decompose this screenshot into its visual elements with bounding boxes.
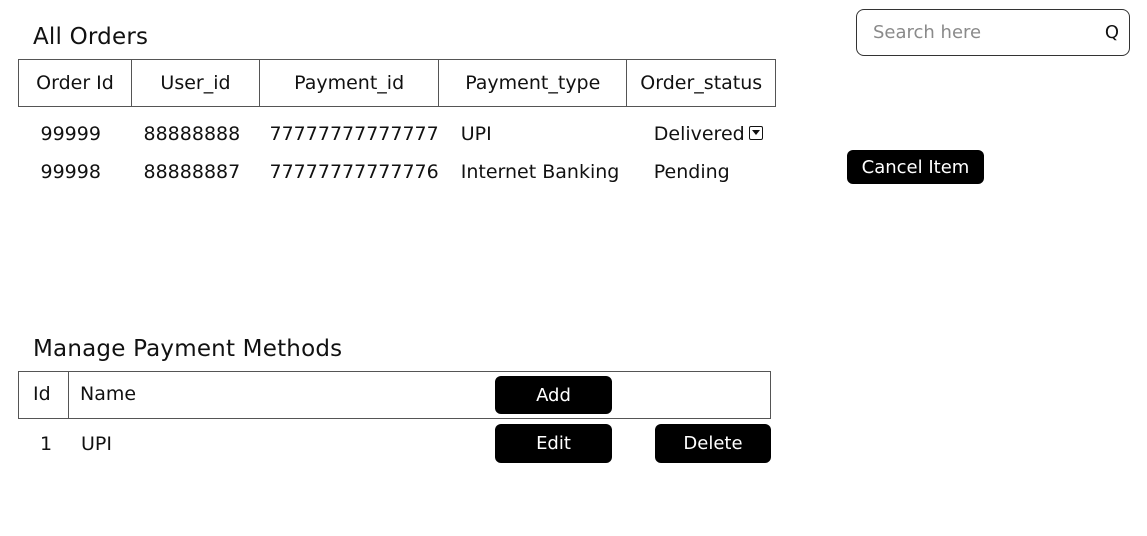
table-row: 99999 88888888 77777777777777 UPI Delive… (19, 107, 776, 154)
order-status-value: Delivered (653, 123, 745, 145)
add-payment-method-button[interactable]: Add (495, 376, 612, 414)
payment-id-cell: 77777777777776 (269, 161, 439, 183)
column-header-id: Id (33, 383, 51, 405)
payment-methods-header: Id Name (18, 371, 771, 419)
order-status-cell[interactable]: Delivered (627, 107, 776, 154)
column-header-user-id: User_id (131, 59, 260, 107)
payment-type-cell: UPI (460, 123, 492, 145)
edit-button[interactable]: Edit (495, 424, 612, 463)
column-header-order-status: Order_status (626, 59, 777, 107)
cancel-item-button[interactable]: Cancel Item (847, 150, 984, 184)
table-row: 99998 88888887 77777777777776 Internet B… (19, 153, 776, 191)
user-id-cell: 88888887 (143, 161, 241, 183)
payment-method-id: 1 (40, 433, 53, 455)
search-box[interactable]: Q (856, 9, 1130, 56)
orders-header-row: Order Id User_id Payment_id Payment_type… (18, 59, 777, 107)
dropdown-icon[interactable] (748, 125, 763, 140)
column-header-payment-id: Payment_id (258, 59, 440, 107)
column-header-order-id: Order Id (18, 59, 132, 107)
order-id-cell: 99999 (40, 123, 101, 145)
order-id-cell: 99998 (40, 161, 101, 183)
payment-type-cell: Internet Banking (460, 161, 620, 183)
delete-button[interactable]: Delete (655, 424, 771, 463)
column-header-payment-type: Payment_type (438, 59, 628, 107)
payment-methods-title: Manage Payment Methods (33, 336, 343, 362)
search-input[interactable] (873, 22, 1103, 43)
user-id-cell: 88888888 (143, 123, 241, 145)
search-icon[interactable]: Q (1103, 22, 1121, 43)
payment-method-name: UPI (81, 433, 112, 455)
order-status-cell: Pending (653, 161, 730, 183)
payment-id-cell: 77777777777777 (269, 123, 439, 145)
orders-title: All Orders (33, 24, 149, 50)
column-header-name: Name (80, 383, 137, 405)
orders-table: Order Id User_id Payment_id Payment_type… (18, 59, 777, 191)
column-divider (68, 372, 69, 418)
